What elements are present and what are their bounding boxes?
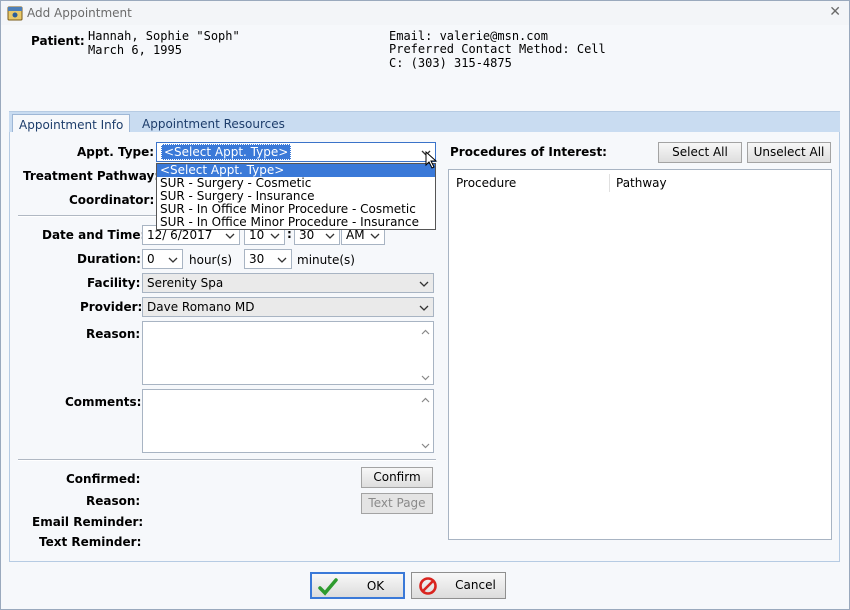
column-divider xyxy=(609,174,610,192)
check-icon xyxy=(318,577,338,597)
appt-type-label: Appt. Type: xyxy=(77,145,155,159)
confirm-button[interactable]: Confirm xyxy=(361,467,433,488)
facility-label: Facility: xyxy=(87,276,141,290)
reason-scrollbar[interactable] xyxy=(418,322,433,384)
column-header-procedure[interactable]: Procedure xyxy=(456,176,516,190)
duration-hours-value: 0 xyxy=(147,252,155,266)
chevron-down-icon[interactable] xyxy=(370,230,380,240)
select-all-button[interactable]: Select All xyxy=(658,142,742,163)
preferred-contact-method: Preferred Contact Method: Cell xyxy=(389,42,606,56)
confirmation-reason-label: Reason: xyxy=(86,494,141,508)
column-header-pathway[interactable]: Pathway xyxy=(616,176,667,190)
duration-minutes-value: 30 xyxy=(249,252,265,266)
patient-name: Hannah, Sophie "Soph" xyxy=(88,29,240,43)
cancel-icon xyxy=(418,576,438,596)
facility-select[interactable]: Serenity Spa xyxy=(142,273,434,293)
app-calendar-icon xyxy=(7,5,23,21)
scroll-up-icon[interactable] xyxy=(421,394,430,403)
treatment-pathway-label: Treatment Pathway: xyxy=(23,169,160,183)
procedures-of-interest-title: Procedures of Interest: xyxy=(450,145,607,159)
window-title: Add Appointment xyxy=(27,6,132,20)
hour-value: 10 xyxy=(249,228,265,242)
comments-label: Comments: xyxy=(65,395,142,409)
provider-value: Dave Romano MD xyxy=(147,300,255,314)
ok-label: OK xyxy=(366,579,385,593)
chevron-down-icon[interactable] xyxy=(419,278,429,288)
hours-unit-label: hour(s) xyxy=(189,253,233,267)
scroll-down-icon[interactable] xyxy=(421,439,430,449)
date-value: 12/ 6/2017 xyxy=(147,228,213,242)
cancel-label: Cancel xyxy=(455,578,496,592)
add-appointment-window: Add Appointment ✕ Patient: Hannah, Sophi… xyxy=(0,0,850,610)
close-icon[interactable]: ✕ xyxy=(829,4,841,20)
email-reminder-label: Email Reminder: xyxy=(32,515,144,529)
divider xyxy=(18,459,436,461)
facility-value: Serenity Spa xyxy=(147,276,224,290)
tab-appointment-info[interactable]: Appointment Info xyxy=(12,114,131,134)
scroll-down-icon[interactable] xyxy=(421,371,430,381)
patient-label: Patient: xyxy=(31,34,85,48)
chevron-down-icon[interactable] xyxy=(419,302,429,312)
duration-hours-select[interactable]: 0 xyxy=(142,249,183,269)
chevron-down-icon[interactable] xyxy=(277,254,287,264)
ok-button[interactable]: OK xyxy=(310,572,405,599)
text-reminder-label: Text Reminder: xyxy=(39,535,142,549)
patient-phone: C: (303) 315-4875 xyxy=(389,56,512,70)
dropdown-option[interactable]: SUR - In Office Minor Procedure - Insura… xyxy=(157,216,435,229)
confirmed-label: Confirmed: xyxy=(66,472,141,486)
minute-value: 30 xyxy=(299,228,315,242)
chevron-down-icon[interactable] xyxy=(225,230,235,240)
provider-select[interactable]: Dave Romano MD xyxy=(142,297,434,317)
mouse-cursor-icon xyxy=(425,150,439,169)
cancel-button[interactable]: Cancel xyxy=(411,572,506,599)
comments-textarea[interactable] xyxy=(142,389,434,453)
minutes-unit-label: minute(s) xyxy=(297,253,355,267)
duration-minutes-select[interactable]: 30 xyxy=(244,249,292,269)
unselect-all-button[interactable]: Unselect All xyxy=(747,142,831,163)
scroll-up-icon[interactable] xyxy=(421,326,430,335)
ampm-value: AM xyxy=(346,228,365,242)
patient-email: Email: valerie@msn.com xyxy=(389,29,548,43)
chevron-down-icon[interactable] xyxy=(270,230,280,240)
patient-dob: March 6, 1995 xyxy=(88,43,182,57)
duration-label: Duration: xyxy=(77,252,141,266)
chevron-down-icon[interactable] xyxy=(168,254,178,264)
date-time-label: Date and Time: xyxy=(42,228,146,242)
title-bar: Add Appointment ✕ xyxy=(1,1,849,25)
appt-type-selected-value: <Select Appt. Type> xyxy=(161,144,292,160)
chevron-down-icon[interactable] xyxy=(325,230,335,240)
coordinator-label: Coordinator: xyxy=(69,193,155,207)
comments-scrollbar[interactable] xyxy=(418,390,433,452)
tab-appointment-resources[interactable]: Appointment Resources xyxy=(136,114,291,134)
appt-type-dropdown-list[interactable]: <Select Appt. Type> SUR - Surgery - Cosm… xyxy=(156,163,436,230)
reason-textarea[interactable] xyxy=(142,321,434,385)
text-page-button[interactable]: Text Page xyxy=(361,493,433,514)
provider-label: Provider: xyxy=(80,300,143,314)
procedures-list[interactable]: Procedure Pathway xyxy=(448,169,832,540)
tab-strip: Appointment Info Appointment Resources xyxy=(9,111,840,134)
appt-type-select[interactable]: <Select Appt. Type> xyxy=(156,142,436,162)
reason-label: Reason: xyxy=(86,327,141,341)
